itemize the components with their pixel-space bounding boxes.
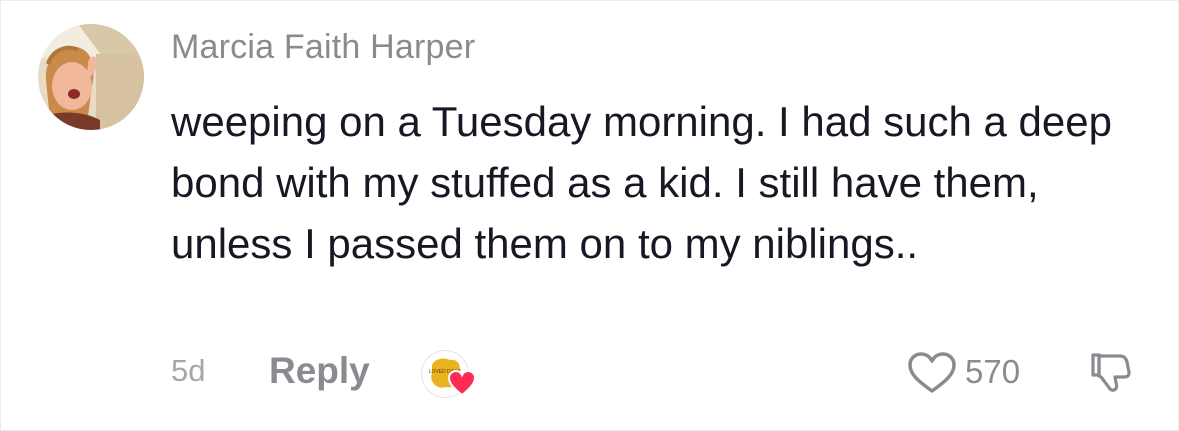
reply-button[interactable]: Reply: [269, 350, 370, 392]
user-avatar[interactable]: [38, 24, 144, 130]
comment-item: Marcia Faith Harper weeping on a Tuesday…: [0, 0, 1179, 431]
creator-liked-badge: LOVED DAILY: [421, 350, 477, 398]
heart-outline-icon: [908, 352, 956, 393]
comment-text: weeping on a Tuesday morning. I had such…: [171, 98, 1112, 267]
comment-timestamp: 5d: [171, 353, 206, 388]
thumbs-down-icon: [1091, 353, 1131, 392]
comment-username[interactable]: Marcia Faith Harper: [171, 28, 475, 67]
like-button[interactable]: [906, 351, 958, 395]
creator-liked-heart-icon: [447, 369, 477, 397]
dislike-button[interactable]: [1087, 349, 1133, 395]
like-count: 570: [965, 353, 1021, 390]
avatar-photo: [38, 24, 144, 130]
